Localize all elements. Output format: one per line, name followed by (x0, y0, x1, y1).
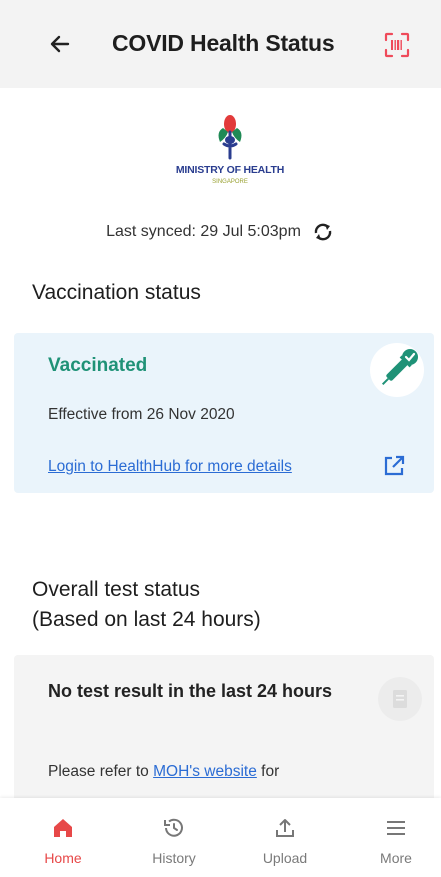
document-icon (393, 690, 407, 708)
vaccination-section-title: Vaccination status (32, 281, 201, 304)
bottom-navigation: Home History Upload More (0, 798, 441, 877)
syringe-check-icon (381, 349, 418, 386)
test-section-title-line2: (Based on last 24 hours) (32, 608, 261, 631)
qr-scan-button[interactable] (380, 28, 414, 62)
nav-more-label: More (380, 850, 412, 866)
test-result-badge (378, 677, 422, 721)
vaccinated-badge (370, 343, 424, 397)
upload-icon (276, 819, 294, 837)
app-header: COVID Health Status (0, 0, 441, 88)
history-icon (164, 818, 183, 837)
moh-logo: MINISTRY OF HEALTH SINGAPORE (160, 114, 300, 196)
refer-suffix: for (256, 763, 280, 780)
healthhub-link[interactable]: Login to HealthHub for more details (48, 458, 292, 476)
external-link-icon[interactable] (382, 454, 406, 478)
nav-upload[interactable]: Upload (240, 812, 330, 872)
test-section-title-line1: Overall test status (32, 578, 201, 601)
refresh-icon (314, 223, 332, 241)
nav-more[interactable]: More (351, 812, 441, 872)
main-content[interactable]: MINISTRY OF HEALTH SINGAPORE Last synced… (0, 88, 441, 798)
vaccination-card: Vaccinated Effective from 26 Nov 2020 Lo… (14, 333, 434, 493)
logo-subtext: SINGAPORE (212, 179, 248, 185)
test-refer-text: Please refer to MOH's website for (48, 763, 279, 781)
nav-history[interactable]: History (129, 812, 219, 872)
vaccination-status: Vaccinated (48, 355, 148, 376)
test-result-title: No test result in the last 24 hours (48, 681, 333, 701)
refresh-button[interactable] (311, 220, 335, 244)
qr-scan-icon (384, 32, 410, 58)
nav-home[interactable]: Home (18, 812, 108, 872)
page-title: COVID Health Status (112, 30, 335, 56)
logo-text: MINISTRY OF HEALTH (175, 164, 285, 176)
home-icon (54, 819, 72, 837)
test-section-title: Overall test status (Based on last 24 ho… (32, 575, 261, 635)
moh-website-link[interactable]: MOH's website (153, 763, 257, 780)
menu-icon (387, 821, 405, 835)
back-button[interactable] (40, 26, 80, 62)
last-synced-text: Last synced: 29 Jul 5:03pm (106, 223, 301, 240)
nav-home-label: Home (44, 850, 82, 866)
moh-logo-icon (218, 115, 242, 160)
arrow-left-icon (50, 35, 70, 53)
nav-history-label: History (152, 850, 196, 866)
nav-upload-label: Upload (262, 850, 308, 866)
refer-prefix: Please refer to (48, 763, 154, 780)
test-status-card: No test result in the last 24 hours Plea… (14, 655, 434, 798)
sync-status-row: Last synced: 29 Jul 5:03pm (0, 220, 441, 244)
vaccination-effective-date: Effective from 26 Nov 2020 (48, 406, 235, 423)
